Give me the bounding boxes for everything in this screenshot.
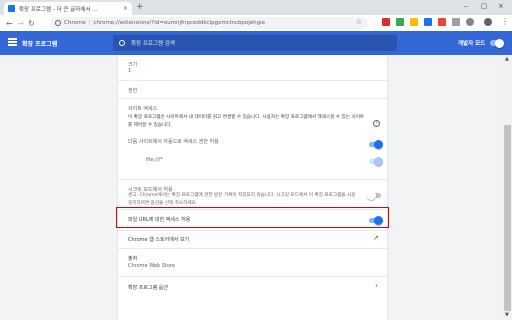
extension-icon[interactable]	[396, 18, 404, 26]
options-label[interactable]: 확장 프로그램 옵션	[128, 284, 168, 291]
permissions-label: 권한	[128, 88, 138, 94]
devmode-label: 개발자 모드	[458, 41, 486, 47]
incognito-toggle[interactable]	[367, 191, 381, 200]
source-value: Chrome Web Store	[128, 263, 175, 269]
hamburger-icon[interactable]	[8, 38, 17, 46]
extension-icon[interactable]	[424, 18, 432, 26]
file-site-label: file:///*	[146, 157, 163, 163]
forward-icon[interactable]: →	[15, 19, 26, 28]
file-site-row: file:///*	[118, 153, 387, 169]
incognito-row: 시크릿 모드에서 허용 경고: Chrome에서는 확장 프로그램에 관한 방문…	[118, 179, 387, 207]
site-access-title: 사이트 액세스	[128, 106, 158, 112]
extension-icon[interactable]	[452, 18, 460, 26]
tab-close-icon[interactable]: ×	[123, 5, 128, 12]
devmode-toggle[interactable]	[490, 38, 504, 48]
close-window-icon[interactable]: ×	[498, 1, 504, 11]
options-row[interactable]: 확장 프로그램 옵션 ›	[118, 276, 387, 296]
scroll-thumb[interactable]	[504, 125, 511, 311]
bookmark-star-icon[interactable]: ☆	[356, 18, 362, 26]
webstore-label[interactable]: Chrome 웹 스토어에서 보기	[128, 236, 189, 243]
auto-allow-toggle[interactable]	[369, 140, 383, 149]
extension-icon[interactable]	[466, 18, 474, 26]
menu-icon[interactable]: ⋮	[501, 17, 509, 26]
help-icon[interactable]: ?	[373, 120, 380, 127]
scrollbar[interactable]: ▲ ▼	[503, 55, 512, 320]
search-input[interactable]: 확장 프로그램 검색	[113, 35, 397, 51]
browser-toolbar: ← → ↻ Chrome | chrome://extensions/?id=o…	[0, 15, 512, 31]
chevron-right-icon[interactable]: ›	[375, 281, 378, 290]
source-row: 출처 Chrome Web Store	[118, 248, 387, 276]
scroll-down-icon[interactable]: ▼	[505, 312, 509, 318]
tab-title: 확장 프로그램 - 더 큰 글자에서 ...	[19, 6, 98, 13]
tab-strip: 확장 프로그램 - 더 큰 글자에서 ... × + – ▢ ×	[0, 0, 512, 15]
webstore-row[interactable]: Chrome 웹 스토어에서 보기 ↗	[118, 230, 387, 248]
size-value: 1	[128, 68, 132, 74]
extension-icon[interactable]	[382, 18, 390, 26]
reload-icon[interactable]: ↻	[26, 19, 37, 28]
extensions-header: 확장 프로그램 확장 프로그램 검색 개발자 모드	[0, 31, 512, 55]
permissions-row: 권한	[118, 80, 387, 98]
minimize-icon[interactable]: –	[464, 1, 468, 11]
puzzle-icon	[8, 5, 15, 12]
search-icon	[119, 40, 125, 46]
address-bar[interactable]: Chrome | chrome://extensions/?id=oumnjfn…	[50, 17, 368, 29]
new-tab-button[interactable]: +	[136, 2, 144, 13]
page-title: 확장 프로그램	[22, 41, 58, 48]
highlight-box	[116, 207, 389, 228]
url-text[interactable]: chrome://extensions/?id=oumnjfnpceddkclp…	[93, 20, 265, 26]
avatar[interactable]	[484, 18, 492, 26]
site-access-description: 이 확장 프로그램은 사이트에서 내 데이터를 읽고 변경할 수 있습니다. 사…	[128, 115, 365, 128]
extension-detail-card: 크기 1 권한 사이트 액세스 이 확장 프로그램은 사이트에서 내 데이터를 …	[118, 55, 387, 320]
maximize-icon[interactable]: ▢	[481, 1, 488, 11]
extension-icon[interactable]	[410, 18, 418, 26]
size-label: 크기	[128, 62, 138, 68]
auto-allow-row: 다음 사이트에서 자동으로 액세스 권한 허용	[118, 133, 387, 153]
search-placeholder: 확장 프로그램 검색	[131, 41, 175, 47]
extension-icon[interactable]	[438, 18, 446, 26]
auto-allow-label: 다음 사이트에서 자동으로 액세스 권한 허용	[128, 139, 219, 145]
browser-tab[interactable]: 확장 프로그램 - 더 큰 글자에서 ... ×	[4, 2, 132, 15]
scroll-up-icon[interactable]: ▲	[505, 56, 509, 62]
omnibox-label: Chrome	[64, 20, 86, 26]
source-label: 출처	[128, 256, 138, 262]
back-icon[interactable]: ←	[4, 19, 15, 28]
omnibox-separator: |	[88, 20, 91, 26]
incognito-description: 경고: Chrome에서는 확장 프로그램에 관한 방문 기록이 저장되지 않습…	[128, 193, 356, 206]
file-site-toggle[interactable]	[369, 157, 383, 166]
open-external-icon[interactable]: ↗	[373, 234, 379, 242]
site-info-icon[interactable]	[55, 20, 61, 26]
